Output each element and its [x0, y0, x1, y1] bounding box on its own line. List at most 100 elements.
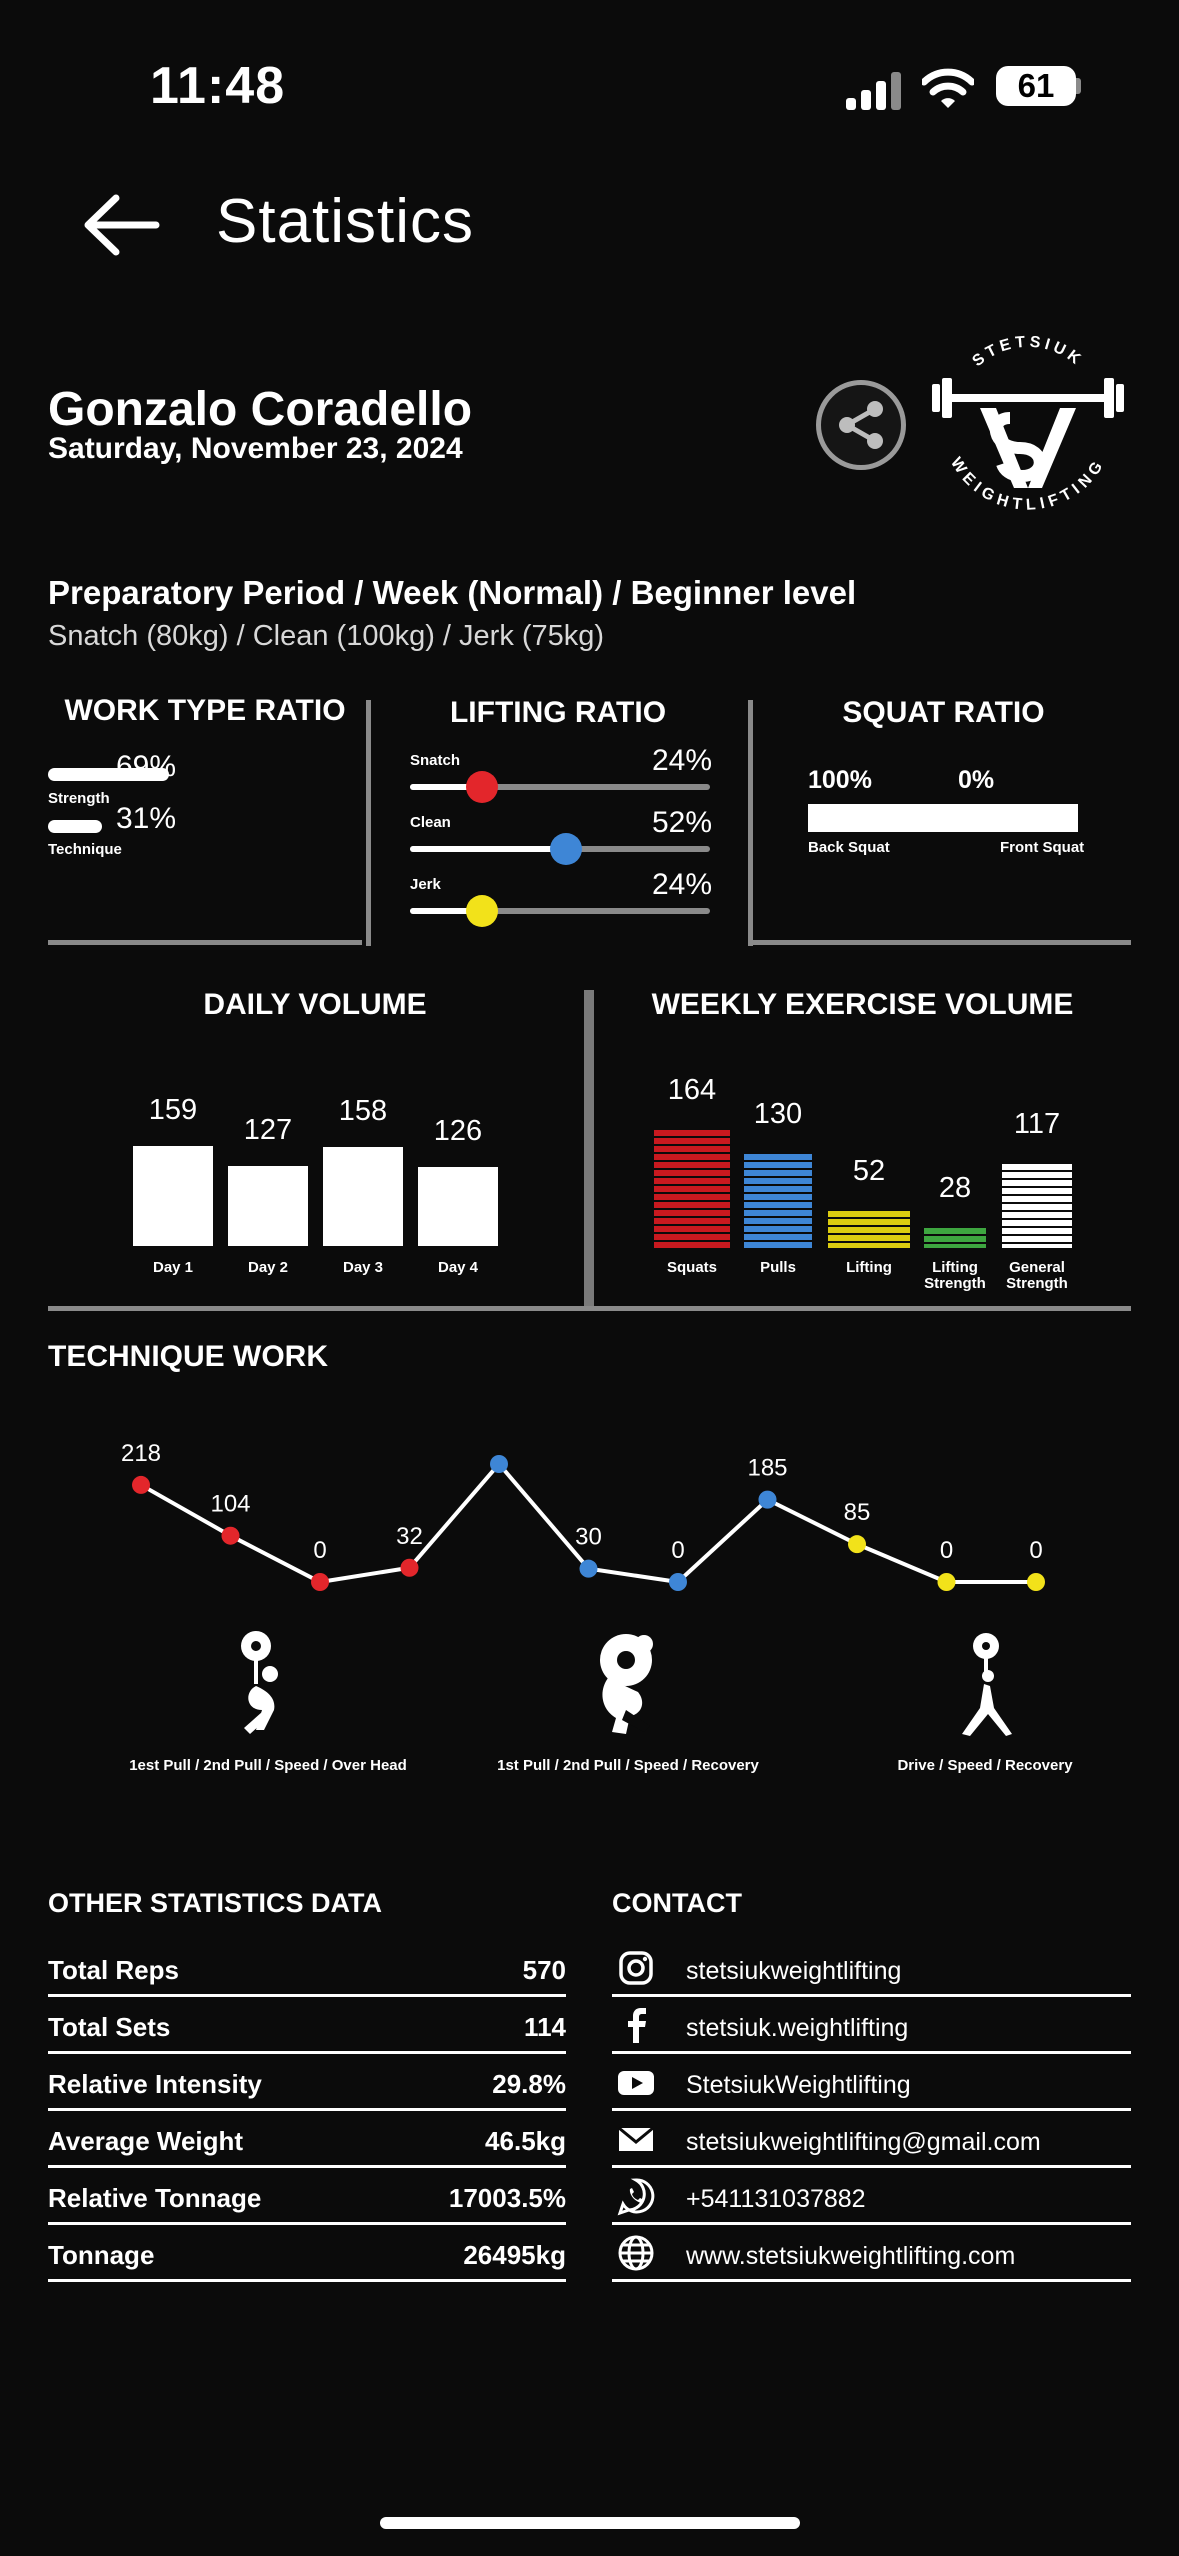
weekly-volume-value: 52: [852, 1155, 886, 1187]
technique-value: 85: [844, 1499, 871, 1526]
daily-volume-value: 159: [148, 1094, 198, 1126]
lift-value: 24%: [652, 868, 713, 901]
daily-volume-value: 126: [433, 1115, 483, 1147]
cellular-signal-icon: [846, 72, 901, 110]
technique-point: [132, 1475, 150, 1494]
home-indicator[interactable]: [380, 2517, 800, 2529]
page-title: Statistics: [216, 187, 475, 256]
technique-value: 31%: [116, 802, 177, 835]
work-type-title: WORK TYPE RATIO: [64, 694, 346, 727]
technique-point: [311, 1573, 329, 1591]
lift-label: Clean: [410, 814, 451, 831]
daily-volume-bar: [133, 1146, 213, 1246]
technique-value: 104: [210, 1491, 250, 1518]
lift-value: 52%: [652, 806, 713, 839]
stat-row: Average Weight 46.5kg: [48, 2111, 566, 2168]
session-date: Saturday, November 23, 2024: [48, 432, 463, 465]
stat-value: 26495kg: [463, 2240, 566, 2270]
stat-value: 114: [524, 2012, 566, 2042]
technique-point: [579, 1559, 598, 1578]
contact-row[interactable]: www.stetsiukweightlifting.com: [612, 2225, 1131, 2282]
contact-row[interactable]: stetsiukweightlifting@gmail.com: [612, 2111, 1131, 2168]
weekly-volume-value: 117: [1013, 1108, 1061, 1140]
slider-knob[interactable]: [550, 833, 582, 865]
weekly-volume-bar: [744, 1154, 812, 1248]
contact-row[interactable]: StetsiukWeightlifting: [612, 2054, 1131, 2111]
battery-indicator: 61: [996, 66, 1076, 106]
weekly-volume-bar: [924, 1228, 986, 1248]
contact-text: stetsiuk.weightlifting: [686, 2014, 909, 2042]
divider: [748, 700, 753, 946]
back-arrow-icon[interactable]: [80, 190, 160, 260]
share-button[interactable]: [816, 380, 906, 470]
slider-knob[interactable]: [466, 895, 498, 927]
daily-volume-value: 127: [243, 1114, 293, 1146]
weekly-volume-category: General Strength: [1006, 1259, 1068, 1292]
weekly-volume-bar: [654, 1130, 730, 1248]
stat-label: Tonnage: [48, 2240, 155, 2270]
contact-row[interactable]: stetsiuk.weightlifting: [612, 1997, 1131, 2054]
technique-label: Technique: [48, 841, 122, 858]
technique-point: [669, 1573, 687, 1591]
contact-text: stetsiukweightlifting: [686, 1957, 902, 1985]
technique-value: 0: [1029, 1537, 1042, 1564]
divider: [48, 1306, 1131, 1311]
daily-volume-day: Day 3: [342, 1259, 384, 1276]
stat-row: Relative Intensity 29.8%: [48, 2054, 566, 2111]
technique-value: 265: [479, 1440, 519, 1446]
globe-icon: [618, 2235, 654, 2271]
stat-label: Relative Tonnage: [48, 2183, 262, 2213]
jerk-athlete-icon: [962, 1633, 1012, 1736]
strength-label: Strength: [48, 790, 110, 807]
stat-value: 29.8%: [492, 2069, 566, 2099]
technique-group-label: 1st Pull / 2nd Pull / Speed / Recovery: [497, 1757, 759, 1774]
whatsapp-icon: [617, 2178, 655, 2216]
weekly-volume-value: 130: [753, 1098, 803, 1130]
contact-text: StetsiukWeightlifting: [686, 2071, 911, 2099]
status-time: 11:48: [150, 57, 286, 115]
weekly-volume-category: Lifting Strength: [924, 1259, 986, 1292]
lift-value: 24%: [652, 744, 713, 777]
strength-value: 69%: [116, 750, 177, 783]
program-title: Preparatory Period / Week (Normal) / Beg…: [48, 574, 857, 611]
lifting-ratio-title: LIFTING RATIO: [449, 696, 667, 729]
stat-label: Relative Intensity: [48, 2069, 262, 2099]
stat-row: Total Reps 570: [48, 1940, 566, 1997]
technique-value: 30: [575, 1524, 602, 1551]
daily-volume-bar: [323, 1147, 403, 1246]
instagram-icon: [619, 1951, 653, 1985]
contact-row[interactable]: stetsiukweightlifting: [612, 1940, 1131, 1997]
back-squat-value: 100%: [808, 766, 872, 794]
technique-value: 0: [671, 1537, 684, 1564]
technique-title: TECHNIQUE WORK: [48, 1340, 328, 1373]
front-squat-label: Front Squat: [1000, 839, 1085, 856]
technique-point: [221, 1526, 240, 1545]
stat-value: 46.5kg: [485, 2126, 566, 2156]
stat-row: Relative Tonnage 17003.5%: [48, 2168, 566, 2225]
technique-point: [490, 1455, 508, 1473]
daily-volume-day: Day 1: [152, 1259, 194, 1276]
mail-icon: [618, 2126, 654, 2151]
contact-row[interactable]: +541131037882: [612, 2168, 1131, 2225]
stat-label: Average Weight: [48, 2126, 244, 2156]
daily-volume-value: 158: [338, 1095, 388, 1127]
technique-line-chart: 218 104 0 32 265 30 0 185 85 0 0: [121, 1440, 1045, 1591]
lift-label: Jerk: [410, 876, 441, 893]
slider-knob[interactable]: [466, 771, 498, 803]
weekly-volume-value: 164: [667, 1074, 717, 1106]
technique-bar: [48, 820, 102, 833]
contact-text: stetsiukweightlifting@gmail.com: [686, 2128, 1041, 2156]
share-icon: [839, 401, 883, 449]
weekly-volume-category: Pulls: [760, 1259, 796, 1276]
technique-point: [937, 1573, 956, 1591]
squat-ratio-title: SQUAT RATIO: [842, 696, 1045, 729]
squat-ratio-bar: [808, 804, 1078, 832]
youtube-icon: [618, 2071, 654, 2095]
technique-point: [400, 1558, 419, 1577]
divider: [584, 990, 594, 1306]
technique-group-label: Drive / Speed / Recovery: [897, 1757, 1073, 1774]
stat-label: Total Sets: [48, 2012, 171, 2042]
stat-row: Total Sets 114: [48, 1997, 566, 2054]
technique-point: [848, 1535, 866, 1554]
technique-value: 185: [747, 1455, 787, 1482]
